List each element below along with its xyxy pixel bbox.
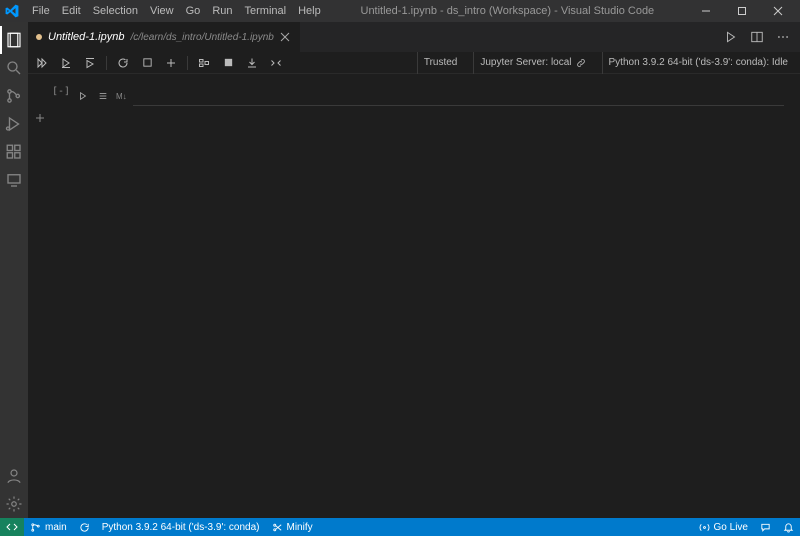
status-bar: main Python 3.9.2 64-bit ('ds-3.9': cond… (0, 518, 800, 536)
activity-explorer-icon[interactable] (0, 26, 28, 54)
split-editor-icon[interactable] (748, 28, 766, 46)
run-below-icon[interactable] (82, 55, 98, 71)
activity-account-icon[interactable] (0, 462, 28, 490)
menu-file[interactable]: File (26, 0, 56, 22)
minimize-button[interactable] (688, 0, 724, 22)
run-above-icon[interactable] (58, 55, 74, 71)
save-icon[interactable] (220, 55, 236, 71)
variables-icon[interactable] (196, 55, 212, 71)
status-feedback[interactable] (754, 522, 777, 533)
status-interpreter[interactable]: Python 3.9.2 64-bit ('ds-3.9': conda) (96, 522, 266, 533)
interrupt-kernel-icon[interactable] (139, 55, 155, 71)
menu-run[interactable]: Run (206, 0, 238, 22)
scissors-icon (272, 522, 283, 533)
remote-indicator[interactable] (0, 518, 24, 536)
notebook-cell: [-] M↓ (48, 84, 792, 106)
status-sync[interactable] (73, 522, 96, 533)
window-title: Untitled-1.ipynb - ds_intro (Workspace) … (327, 5, 688, 17)
main-row: Untitled-1.ipynb /c/learn/ds_intro/Untit… (0, 22, 800, 518)
cell-execution-count: [-] (48, 84, 70, 106)
trusted-status[interactable]: Trusted (417, 52, 464, 74)
tab-sublabel: /c/learn/ds_intro/Untitled-1.ipynb (130, 32, 273, 43)
cell-type-label[interactable]: M↓ (116, 89, 127, 103)
status-branch[interactable]: main (24, 522, 73, 533)
menu-terminal[interactable]: Terminal (239, 0, 293, 22)
status-golive[interactable]: Go Live (693, 522, 754, 533)
remote-icon (6, 521, 18, 533)
editor-area: Untitled-1.ipynb /c/learn/ds_intro/Untit… (28, 22, 800, 518)
export-icon[interactable] (244, 55, 260, 71)
close-button[interactable] (760, 0, 796, 22)
feedback-icon (760, 522, 771, 533)
link-icon (576, 58, 586, 68)
editor-tab-actions (714, 28, 800, 46)
branch-name: main (45, 522, 67, 533)
restart-kernel-icon[interactable] (115, 55, 131, 71)
menu-view[interactable]: View (144, 0, 180, 22)
more-actions-icon[interactable] (774, 28, 792, 46)
activity-search-icon[interactable] (0, 54, 28, 82)
run-icon[interactable] (722, 28, 740, 46)
activity-settings-icon[interactable] (0, 490, 28, 518)
activity-scm-icon[interactable] (0, 82, 28, 110)
jupyter-server-status[interactable]: Jupyter Server: local (473, 52, 591, 74)
menu-selection[interactable]: Selection (87, 0, 144, 22)
notebook-toolbar: Trusted Jupyter Server: local Python 3.9… (28, 52, 800, 74)
notebook-body: [-] M↓ (28, 74, 800, 518)
broadcast-icon (699, 522, 710, 533)
app-root: File Edit Selection View Go Run Terminal… (0, 0, 800, 536)
menu-edit[interactable]: Edit (56, 0, 87, 22)
tab-close-icon[interactable] (280, 32, 290, 42)
menu-help[interactable]: Help (292, 0, 327, 22)
editor-tab[interactable]: Untitled-1.ipynb /c/learn/ds_intro/Untit… (28, 22, 300, 52)
jupyter-server-label: Jupyter Server: local (480, 57, 571, 68)
activity-extensions-icon[interactable] (0, 138, 28, 166)
add-cell-icon[interactable] (163, 55, 179, 71)
toggle-output-icon[interactable] (268, 55, 284, 71)
cell-run-icons: M↓ (76, 84, 127, 106)
status-minify[interactable]: Minify (266, 522, 319, 533)
maximize-button[interactable] (724, 0, 760, 22)
run-cell-icon[interactable] (76, 89, 90, 103)
status-bell[interactable] (777, 522, 800, 533)
branch-icon (30, 522, 41, 533)
add-cell-below-icon[interactable] (34, 112, 50, 128)
activity-remote-icon[interactable] (0, 166, 28, 194)
minify-label: Minify (287, 522, 313, 533)
window-controls (688, 0, 796, 22)
cell-input[interactable] (133, 84, 784, 106)
title-bar: File Edit Selection View Go Run Terminal… (0, 0, 800, 22)
menu-go[interactable]: Go (180, 0, 207, 22)
activity-run-icon[interactable] (0, 110, 28, 138)
tab-label: Untitled-1.ipynb (48, 31, 124, 43)
vscode-logo-icon (4, 3, 20, 19)
bell-icon (783, 522, 794, 533)
run-by-line-icon[interactable] (96, 89, 110, 103)
notebook-status-right: Trusted Jupyter Server: local Python 3.9… (417, 52, 794, 74)
kernel-status[interactable]: Python 3.9.2 64-bit ('ds-3.9': conda): I… (602, 52, 794, 74)
activity-bar (0, 22, 28, 518)
golive-label: Go Live (714, 522, 748, 533)
run-all-icon[interactable] (34, 55, 50, 71)
editor-tabs-row: Untitled-1.ipynb /c/learn/ds_intro/Untit… (28, 22, 800, 52)
sync-icon (79, 522, 90, 533)
tab-dirty-indicator-icon (36, 34, 42, 40)
